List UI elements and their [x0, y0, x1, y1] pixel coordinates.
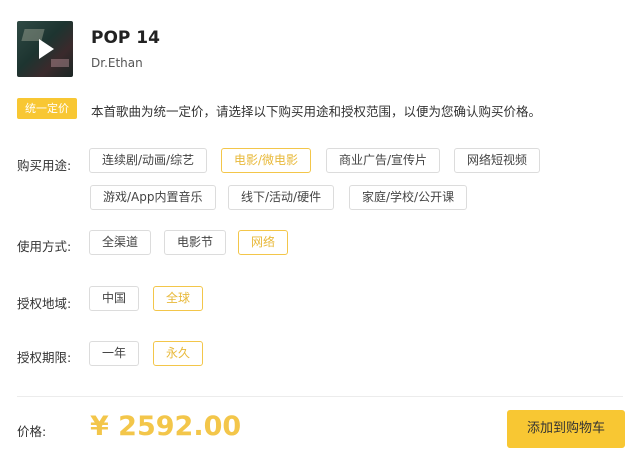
pricing-notice: 本首歌曲为统一定价，请选择以下购买用途和授权范围，以便为您确认购买价格。 [91, 104, 542, 119]
song-title: POP 14 [91, 28, 160, 48]
purpose-option-tv[interactable]: 连续剧/动画/综艺 [89, 148, 208, 173]
period-label: 授权期限: [17, 350, 72, 365]
purpose-option-offline[interactable]: 线下/活动/硬件 [228, 185, 335, 210]
price-label: 价格: [17, 424, 47, 439]
purpose-option-film[interactable]: 电影/微电影 [221, 148, 312, 173]
period-option-one-year[interactable]: 一年 [89, 341, 140, 366]
period-option-perpetual[interactable]: 永久 [153, 341, 204, 366]
purpose-option-education[interactable]: 家庭/学校/公开课 [349, 185, 468, 210]
region-option-china[interactable]: 中国 [89, 286, 140, 311]
usage-option-festival[interactable]: 电影节 [164, 230, 227, 255]
region-label: 授权地域: [17, 296, 72, 311]
play-icon[interactable] [39, 39, 54, 59]
purpose-option-ads[interactable]: 商业广告/宣传片 [326, 148, 441, 173]
purpose-label: 购买用途: [17, 158, 72, 173]
pricing-badge: 统一定价 [17, 98, 77, 119]
divider [17, 396, 623, 397]
usage-label: 使用方式: [17, 239, 72, 254]
add-to-cart-button[interactable]: 添加到购物车 [507, 410, 625, 448]
cover-art-detail [51, 59, 69, 67]
album-cover[interactable] [17, 21, 73, 77]
usage-option-all[interactable]: 全渠道 [89, 230, 152, 255]
purpose-option-short-video[interactable]: 网络短视频 [454, 148, 541, 173]
region-option-global[interactable]: 全球 [153, 286, 204, 311]
usage-option-online[interactable]: 网络 [238, 230, 289, 255]
price-value: ¥ 2592.00 [90, 411, 242, 442]
purpose-option-game[interactable]: 游戏/App内置音乐 [90, 185, 216, 210]
artist-name[interactable]: Dr.Ethan [91, 56, 143, 70]
